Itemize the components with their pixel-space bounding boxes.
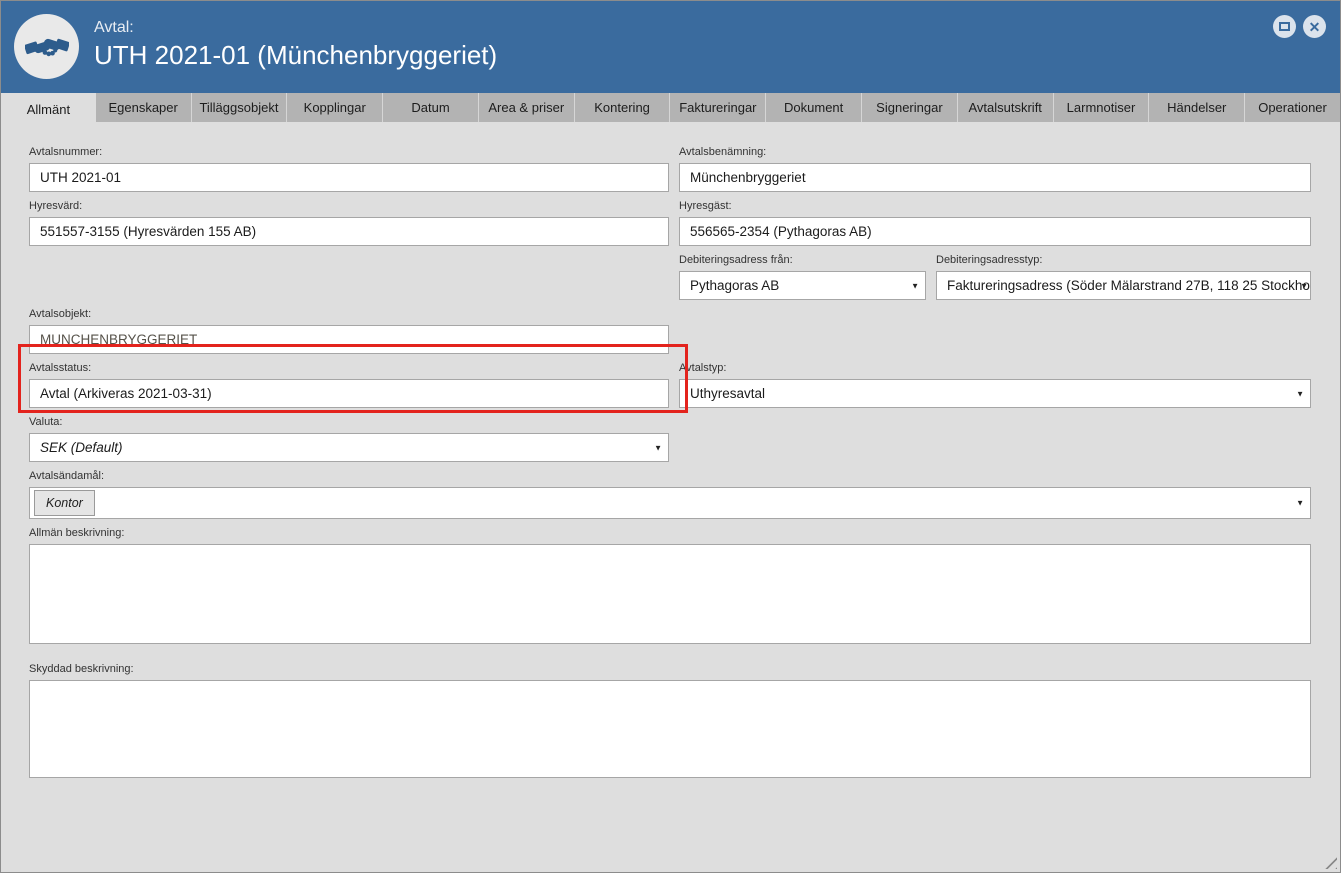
avtalsobjekt-label: Avtalsobjekt: (29, 308, 92, 320)
tab-bar: Allmänt Egenskaper Tilläggsobjekt Koppli… (1, 93, 1340, 126)
avtalsnummer-label: Avtalsnummer: (29, 146, 103, 158)
tab-panel-allmant: Avtalsnummer: Avtalsbenämning: Hyresvärd… (1, 126, 1340, 872)
skyddad-beskrivning-label: Skyddad beskrivning: (29, 663, 134, 675)
resize-handle[interactable] (1324, 856, 1337, 869)
restore-button[interactable] (1273, 15, 1296, 38)
window-header: Avtal: UTH 2021-01 (Münchenbryggeriet) ✕ (1, 1, 1340, 93)
close-icon: ✕ (1308, 18, 1321, 35)
tab-kopplingar[interactable]: Kopplingar (287, 93, 384, 122)
tab-handelser[interactable]: Händelser (1149, 93, 1246, 122)
tab-kontering[interactable]: Kontering (574, 93, 671, 122)
valuta-select[interactable]: SEK (Default) ▼ (29, 433, 669, 462)
avtalsnummer-field[interactable] (29, 163, 669, 192)
valuta-label: Valuta: (29, 416, 63, 428)
hyresvard-label: Hyresvärd: (29, 200, 83, 212)
allman-beskrivning-label: Allmän beskrivning: (29, 527, 125, 539)
tab-larmnotiser[interactable]: Larmnotiser (1053, 93, 1150, 122)
debiteringsadresstyp-value: Faktureringsadress (Söder Mälarstrand 27… (947, 278, 1311, 293)
tab-operationer[interactable]: Operationer (1245, 93, 1340, 122)
avtalstyp-select[interactable]: Uthyresavtal ▼ (679, 379, 1311, 408)
tab-area-priser[interactable]: Area & priser (478, 93, 575, 122)
avtalsbenamning-label: Avtalsbenämning: (679, 146, 767, 158)
avtalsobjekt-field[interactable] (29, 325, 669, 354)
debiteringsadress-fran-label: Debiteringsadress från: (679, 254, 793, 266)
chevron-down-icon: ▼ (654, 443, 662, 452)
avtalsbenamning-field[interactable] (679, 163, 1311, 192)
avtalsandamal-chip-kontor[interactable]: Kontor (34, 490, 95, 516)
avtalsandamal-label: Avtalsändamål: (29, 470, 105, 482)
allman-beskrivning-field[interactable] (29, 544, 1311, 644)
handshake-icon (14, 14, 79, 79)
tab-dokument[interactable]: Dokument (766, 93, 863, 122)
app-window: { "window": { "title_prefix": "Avtal:", … (0, 0, 1341, 873)
hyresgast-field[interactable] (679, 217, 1311, 246)
tab-datum[interactable]: Datum (383, 93, 479, 122)
close-button[interactable]: ✕ (1303, 15, 1326, 38)
hyresvard-field[interactable] (29, 217, 669, 246)
avtalsstatus-label: Avtalsstatus: (29, 362, 92, 374)
debiteringsadress-fran-select[interactable]: Pythagoras AB ▼ (679, 271, 926, 300)
window-title-prefix: Avtal: (94, 19, 134, 36)
hyresgast-label: Hyresgäst: (679, 200, 732, 212)
debiteringsadresstyp-select[interactable]: Faktureringsadress (Söder Mälarstrand 27… (936, 271, 1311, 300)
avtalstyp-label: Avtalstyp: (679, 362, 727, 374)
tab-signeringar[interactable]: Signeringar (862, 93, 958, 122)
restore-icon (1279, 22, 1290, 31)
tab-tillaggsobjekt[interactable]: Tilläggsobjekt (191, 93, 288, 122)
tab-egenskaper[interactable]: Egenskaper (95, 93, 192, 122)
chevron-down-icon: ▼ (1300, 281, 1308, 290)
debiteringsadresstyp-label: Debiteringsadresstyp: (936, 254, 1043, 266)
chevron-down-icon: ▼ (1296, 389, 1304, 398)
skyddad-beskrivning-field[interactable] (29, 680, 1311, 778)
chevron-down-icon: ▼ (911, 281, 919, 290)
chevron-down-icon: ▼ (1296, 498, 1304, 508)
page-title: UTH 2021-01 (Münchenbryggeriet) (94, 40, 498, 70)
tab-allmant[interactable]: Allmänt (1, 93, 96, 126)
avtalsstatus-field[interactable] (29, 379, 669, 408)
avtalstyp-value: Uthyresavtal (690, 386, 766, 401)
debiteringsadress-fran-value: Pythagoras AB (690, 278, 780, 293)
avtalsandamal-select[interactable]: Kontor ▼ (29, 487, 1311, 519)
tab-faktureringar[interactable]: Faktureringar (670, 93, 767, 122)
tab-avtalsutskrift[interactable]: Avtalsutskrift (957, 93, 1054, 122)
valuta-value: SEK (Default) (40, 440, 123, 455)
